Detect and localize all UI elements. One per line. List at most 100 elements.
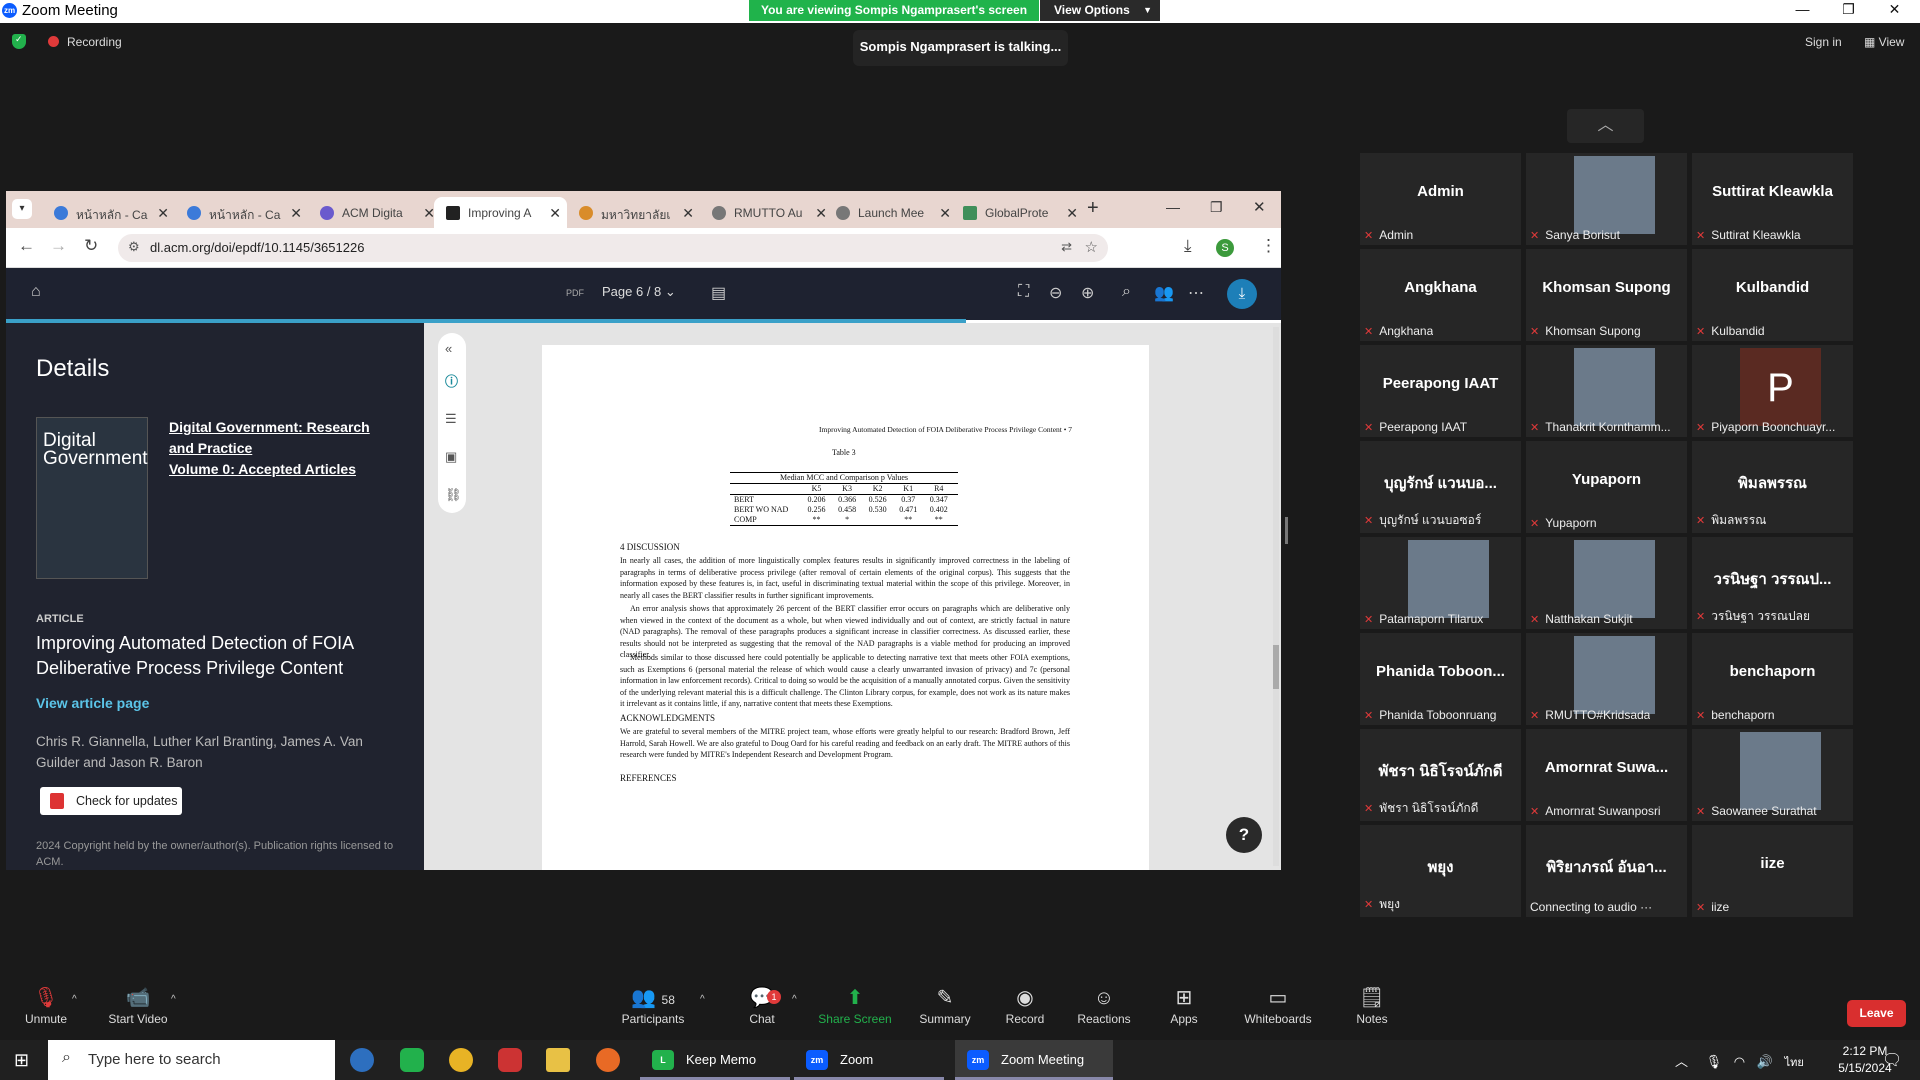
tab-close-icon[interactable]: ✕ xyxy=(290,205,302,222)
url-input[interactable]: ⚙ dl.acm.org/doi/epdf/10.1145/3651226 ⇄ … xyxy=(118,234,1108,262)
windows-start-icon[interactable]: ⊞ xyxy=(14,1050,29,1071)
tab-close-icon[interactable]: ✕ xyxy=(549,205,561,222)
info-icon[interactable]: ⓘ xyxy=(445,371,458,390)
participant-tile[interactable]: Angkhana ✕ Angkhana xyxy=(1360,249,1521,341)
browser-minimize-icon[interactable]: — xyxy=(1166,199,1180,215)
notes-button[interactable]: 🗒 Notes xyxy=(1332,984,1412,1026)
participant-tile[interactable]: พิมลพรรณ ✕ พิมลพรรณ xyxy=(1692,441,1853,533)
unmute-button[interactable]: 🎙 Unmute xyxy=(6,984,86,1026)
taskbar-search-input[interactable]: ⌕ Type here to search xyxy=(48,1040,335,1080)
page-selector[interactable]: Page 6 / 8 ⌄ xyxy=(602,284,676,300)
participant-tile[interactable]: วรนิษฐา วรรณป... ✕ วรนิษฐา วรรณปลย xyxy=(1692,537,1853,629)
pdf-scrollbar[interactable] xyxy=(1273,327,1279,866)
participants-chevron-icon[interactable]: ^ xyxy=(700,994,705,1005)
volume-icon[interactable]: 🔊 xyxy=(1757,1054,1773,1069)
link-icon[interactable]: ⛓ xyxy=(445,487,462,503)
tab-close-icon[interactable]: ✕ xyxy=(939,205,951,222)
chrome-icon[interactable] xyxy=(449,1048,473,1072)
downloads-icon[interactable]: ⤓ xyxy=(1184,236,1192,256)
summary-button[interactable]: ✎ Summary xyxy=(905,984,985,1026)
chat-chevron-icon[interactable]: ^ xyxy=(792,994,797,1005)
browser-tab-active[interactable]: Improving A ✕ xyxy=(434,197,567,228)
leave-button[interactable]: Leave xyxy=(1847,1000,1906,1027)
paint-app-icon[interactable] xyxy=(498,1048,522,1072)
browser-tab[interactable]: หน้าหลัก - Ca ✕ xyxy=(42,197,175,228)
bookmark-star-icon[interactable]: ☆ xyxy=(1085,238,1098,256)
minimize-button[interactable]: — xyxy=(1780,1,1825,21)
participants-button[interactable]: 👥 58 Participants xyxy=(612,984,694,1026)
scrollbar-thumb[interactable] xyxy=(1273,645,1279,689)
participant-tile[interactable]: benchaporn ✕ benchaporn xyxy=(1692,633,1853,725)
participant-tile[interactable]: พิริยาภรณ์ อันอา... Connecting to audio ·… xyxy=(1526,825,1687,917)
browser-tab[interactable]: RMUTTO Au ✕ xyxy=(700,197,833,228)
tab-close-icon[interactable]: ✕ xyxy=(682,205,694,222)
browser-tab[interactable]: Launch Mee ✕ xyxy=(824,197,957,228)
view-button[interactable]: ▦ View xyxy=(1864,35,1904,49)
language-indicator[interactable]: ไทย xyxy=(1785,1057,1804,1069)
taskbar-zoom-meeting[interactable]: zm Zoom Meeting xyxy=(955,1040,1113,1080)
participant-tile[interactable]: Kulbandid ✕ Kulbandid xyxy=(1692,249,1853,341)
whiteboards-button[interactable]: ▭ Whiteboards xyxy=(1234,984,1322,1026)
record-button[interactable]: ◉ Record xyxy=(985,984,1065,1026)
participant-tile[interactable]: ✕ Sanya Borisut xyxy=(1526,153,1687,245)
tab-close-icon[interactable]: ✕ xyxy=(1066,205,1078,222)
taskbar-zoom[interactable]: zm Zoom xyxy=(794,1040,944,1080)
tab-search-icon[interactable]: ▾ xyxy=(12,199,32,219)
tray-chevron-icon[interactable]: ︿ xyxy=(1675,1054,1688,1069)
home-icon[interactable]: ⌂ xyxy=(31,283,41,301)
fullscreen-icon[interactable]: ⛶ xyxy=(1018,283,1029,301)
site-info-icon[interactable]: ⚙ xyxy=(128,239,140,255)
reload-icon[interactable]: ↻ xyxy=(84,236,98,256)
collapse-icon[interactable]: « xyxy=(445,341,452,356)
participant-tile[interactable]: บุญรักษ์ แวนบอ... ✕ บุญรักษ์ แวนบอซอร์ xyxy=(1360,441,1521,533)
outline-list-icon[interactable]: ☰ xyxy=(445,411,457,427)
line-app-icon[interactable] xyxy=(400,1048,424,1072)
chat-button[interactable]: 💬 1 Chat xyxy=(722,984,802,1026)
edge-browser-icon[interactable] xyxy=(350,1048,374,1072)
participant-tile[interactable]: Amornrat Suwa... ✕ Amornrat Suwanposri xyxy=(1526,729,1687,821)
participant-tile[interactable]: ✕ Saowanee Surathat xyxy=(1692,729,1853,821)
close-button[interactable]: ✕ xyxy=(1872,1,1917,21)
page-view-icon[interactable]: ▤ xyxy=(711,283,726,303)
browser-close-icon[interactable]: ✕ xyxy=(1253,198,1266,216)
participant-tile[interactable]: Phanida Toboon... ✕ Phanida Toboonruang xyxy=(1360,633,1521,725)
participant-tile[interactable]: Admin ✕ Admin xyxy=(1360,153,1521,245)
restore-button[interactable]: ❐ xyxy=(1826,1,1871,21)
participant-tile[interactable]: พัชรา นิธิโรจน์ภักดี ✕ พัชรา นิธิโรจน์ภักด… xyxy=(1360,729,1521,821)
participant-tile[interactable]: Peerapong IAAT ✕ Peerapong IAAT xyxy=(1360,345,1521,437)
participant-tile[interactable]: ✕ Thanakrit Kornthamm... xyxy=(1526,345,1687,437)
download-icon[interactable]: ⤓ xyxy=(1227,279,1257,309)
file-explorer-icon[interactable] xyxy=(546,1048,570,1072)
forward-arrow-icon[interactable]: → xyxy=(50,236,67,256)
search-icon[interactable]: ⌕ xyxy=(1122,283,1131,301)
participant-tile[interactable]: ✕ Natthakan Sukjit xyxy=(1526,537,1687,629)
tab-close-icon[interactable]: ✕ xyxy=(157,205,169,222)
journal-cover-image[interactable]: Digital Government xyxy=(36,417,148,579)
journal-link[interactable]: Digital Government: Research and Practic… xyxy=(169,417,379,480)
video-options-chevron-icon[interactable]: ^ xyxy=(171,994,176,1005)
browser-restore-icon[interactable]: ❐ xyxy=(1210,199,1223,216)
more-options-icon[interactable]: ⋯ xyxy=(1188,283,1204,303)
participant-tile[interactable]: พยุง ✕ พยุง xyxy=(1360,825,1521,917)
gallery-scroll-up-button[interactable]: ︿ xyxy=(1567,109,1644,143)
view-article-page-link[interactable]: View article page xyxy=(36,695,149,711)
mic-icon[interactable]: 🎙 xyxy=(1706,1054,1723,1069)
network-icon[interactable]: ◠ xyxy=(1734,1054,1745,1069)
participant-tile[interactable]: Khomsan Supong ✕ Khomsan Supong xyxy=(1526,249,1687,341)
participant-tile[interactable]: Yupaporn ✕ Yupaporn xyxy=(1526,441,1687,533)
browser-tab[interactable]: หน้าหลัก - Ca ✕ xyxy=(175,197,308,228)
apps-button[interactable]: ⊞ Apps xyxy=(1144,984,1224,1026)
participant-tile[interactable]: iize ✕ iize xyxy=(1692,825,1853,917)
participant-tile[interactable]: Suttirat Kleawkla ✕ Suttirat Kleawkla xyxy=(1692,153,1853,245)
profile-avatar[interactable]: S xyxy=(1216,239,1234,257)
browser-tab[interactable]: มหาวิทยาลัยเ ✕ xyxy=(567,197,700,228)
participant-tile[interactable]: ✕ RMUTTO#Kridsada xyxy=(1526,633,1687,725)
browser-tab[interactable]: GlobalProte ✕ xyxy=(951,197,1084,228)
help-button[interactable]: ? xyxy=(1226,817,1262,853)
check-for-updates-button[interactable]: Check for updates xyxy=(40,787,182,815)
participant-tile[interactable]: P ✕ Piyaporn Boonchuayr... xyxy=(1692,345,1853,437)
browser-menu-icon[interactable]: ⋮ xyxy=(1260,236,1277,256)
new-tab-icon[interactable]: + xyxy=(1087,197,1099,220)
share-screen-button[interactable]: ⬆ Share Screen xyxy=(814,984,896,1026)
figures-image-icon[interactable]: ▣ xyxy=(445,449,457,465)
